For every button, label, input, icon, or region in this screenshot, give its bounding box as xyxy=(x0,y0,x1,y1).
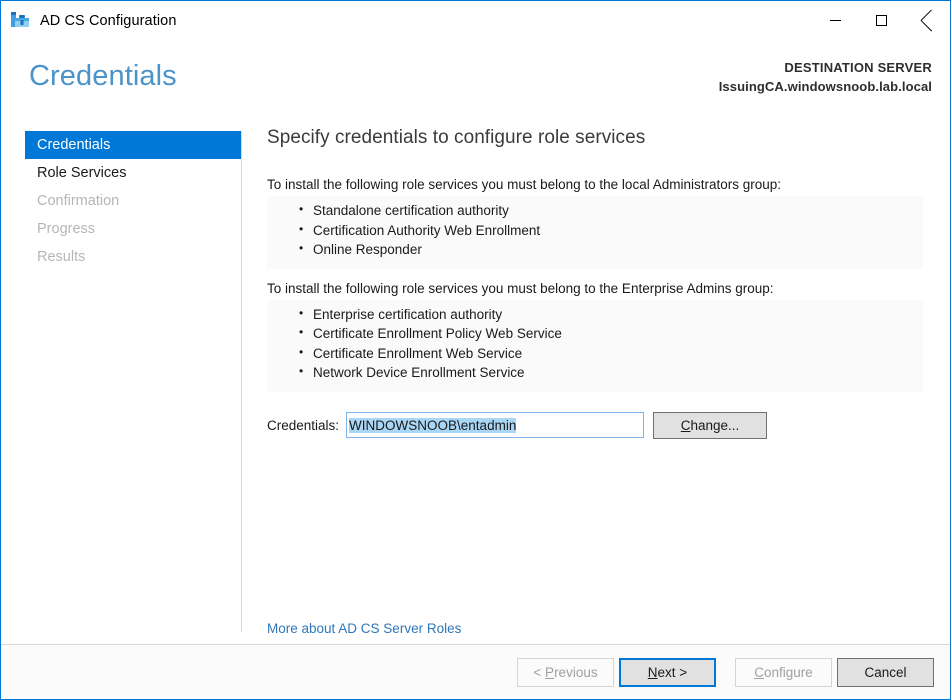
minimize-button[interactable] xyxy=(812,1,858,40)
list-item: Certificate Enrollment Web Service xyxy=(299,343,923,364)
sidebar-item-progress: Progress xyxy=(25,215,241,243)
local-admin-requirement-text: To install the following role services y… xyxy=(267,177,782,192)
next-button[interactable]: Next > xyxy=(619,657,716,687)
list-item: Standalone certification authority xyxy=(299,200,923,221)
change-credentials-button[interactable]: Change... xyxy=(653,411,768,439)
maximize-icon xyxy=(875,15,887,26)
title-bar: AD CS Configuration xyxy=(1,1,950,40)
sidebar-item-role-services[interactable]: Role Services xyxy=(25,159,241,187)
sidebar-item-label: Role Services xyxy=(37,165,127,181)
sidebar-item-label: Progress xyxy=(37,221,96,237)
credentials-row: Credentials: Change... xyxy=(267,411,934,439)
credentials-label: Credentials: xyxy=(267,417,340,433)
sidebar-item-credentials[interactable]: Credentials xyxy=(25,131,241,159)
close-icon xyxy=(921,14,934,27)
destination-server-name: IssuingCA.windowsnoob.lab.local xyxy=(718,78,932,94)
destination-server-block: DESTINATION SERVER IssuingCA.windowsnoob… xyxy=(719,59,932,97)
sidebar-item-label: Confirmation xyxy=(37,193,120,209)
window-title: AD CS Configuration xyxy=(40,12,177,29)
sidebar-item-confirmation: Confirmation xyxy=(25,187,241,215)
content-heading: Specify credentials to configure role se… xyxy=(267,127,646,148)
adcs-toolbox-icon xyxy=(10,10,32,32)
configure-button: Configure xyxy=(735,657,832,687)
change-button-label-rest: hange... xyxy=(690,417,740,433)
enterprise-admin-services-box: Enterprise certification authority Certi… xyxy=(267,299,923,392)
list-item: Certification Authority Web Enrollment xyxy=(299,220,923,241)
local-admin-services-box: Standalone certification authority Certi… xyxy=(267,196,923,269)
enterprise-admin-requirement-text: To install the following role services y… xyxy=(267,280,774,296)
window-controls xyxy=(812,1,950,40)
list-item: Certificate Enrollment Policy Web Servic… xyxy=(299,323,923,344)
sidebar-item-label: Credentials xyxy=(37,137,111,153)
enterprise-admin-services-list: Enterprise certification authority Certi… xyxy=(267,304,923,383)
ad-cs-configuration-window: AD CS Configuration Credentials DESTINAT… xyxy=(0,0,951,700)
wizard-footer: < Previous Next > Configure Cancel xyxy=(1,644,950,699)
destination-server-label: DESTINATION SERVER xyxy=(784,60,932,75)
cancel-button-label: Cancel xyxy=(864,664,907,680)
local-admin-services-list: Standalone certification authority Certi… xyxy=(267,200,923,260)
page-header: Credentials DESTINATION SERVER IssuingCA… xyxy=(1,40,950,122)
list-item: Network Device Enrollment Service xyxy=(299,362,923,383)
list-item: Enterprise certification authority xyxy=(299,304,923,325)
maximize-button[interactable] xyxy=(858,1,904,40)
sidebar-item-label: Results xyxy=(37,249,86,265)
list-item: Online Responder xyxy=(299,239,923,260)
page-title: Credentials xyxy=(29,60,177,92)
wizard-step-nav: Credentials Role Services Confirmation P… xyxy=(1,122,241,644)
previous-button: < Previous xyxy=(517,657,614,687)
close-button[interactable] xyxy=(904,1,950,40)
wizard-content: Specify credentials to configure role se… xyxy=(242,122,950,644)
cancel-button[interactable]: Cancel xyxy=(837,657,934,687)
sidebar-item-results: Results xyxy=(25,243,241,271)
credentials-input[interactable] xyxy=(346,412,645,438)
wizard-body: Credentials Role Services Confirmation P… xyxy=(1,122,950,644)
minimize-icon xyxy=(829,20,841,21)
more-about-adcs-link[interactable]: More about AD CS Server Roles xyxy=(267,621,461,636)
